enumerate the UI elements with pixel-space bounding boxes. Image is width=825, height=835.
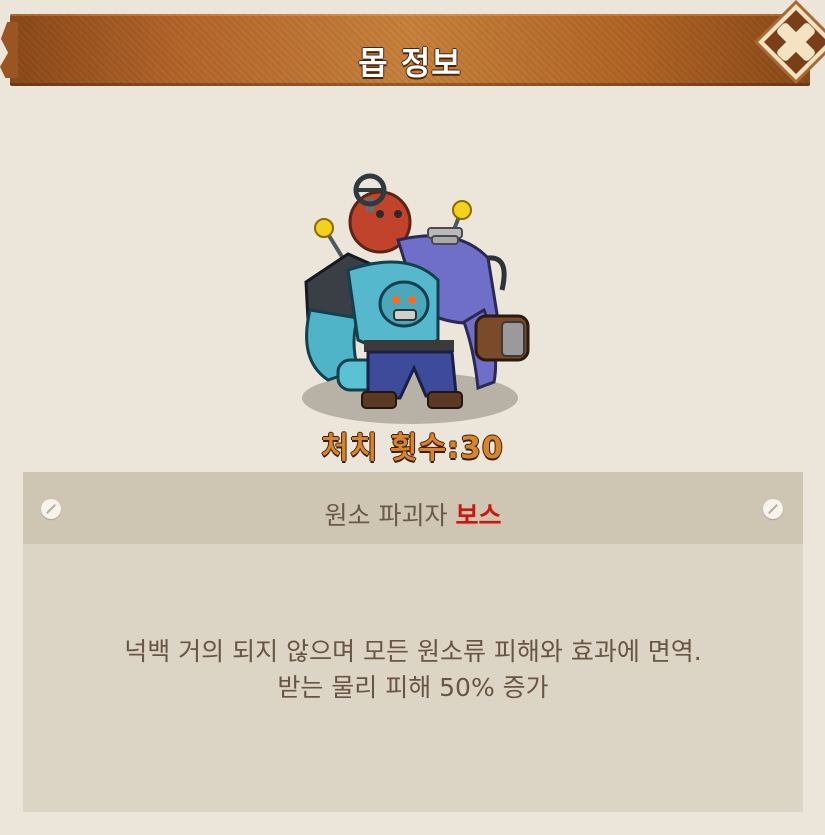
mob-description: 넉백 거의 되지 않으며 모든 원소류 피해와 효과에 면역. 받는 물리 피해… xyxy=(23,634,803,706)
monster-illustration xyxy=(302,173,530,424)
mob-name: 원소 파괴자 xyxy=(324,501,448,530)
info-header: 원소 파괴자 보스 xyxy=(23,472,803,544)
description-line-2: 받는 물리 피해 50% 증가 xyxy=(277,673,549,702)
title-banner: 몹 정보 xyxy=(10,14,810,86)
info-panel: 원소 파괴자 보스 넉백 거의 되지 않으며 모든 원소류 피해와 효과에 면역… xyxy=(23,472,803,812)
pin-icon xyxy=(763,499,783,519)
close-x-icon xyxy=(753,0,825,85)
mob-type-badge: 보스 xyxy=(455,501,502,530)
page-title: 몹 정보 xyxy=(358,44,462,82)
monster-portrait xyxy=(288,170,544,430)
description-line-1: 넉백 거의 되지 않으며 모든 원소류 피해와 효과에 면역. xyxy=(124,637,702,666)
mob-name-line: 원소 파괴자 보스 xyxy=(23,496,803,532)
kill-count: 처치 횟수:30 xyxy=(321,431,504,466)
close-button[interactable] xyxy=(748,0,825,90)
